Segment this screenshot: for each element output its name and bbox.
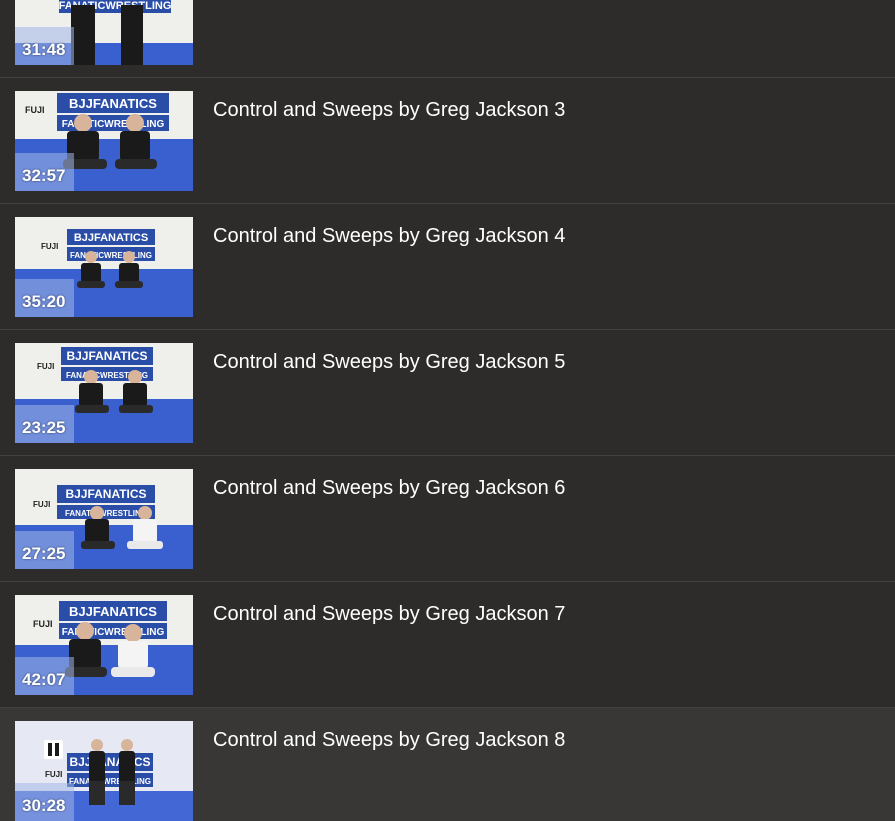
video-title[interactable]: Control and Sweeps by Greg Jackson 4 bbox=[213, 225, 565, 248]
playlist: BJJFANATICS FANATICWRESTLING FUJI 31:48 … bbox=[0, 0, 895, 821]
video-thumbnail[interactable]: BJJFANATICS FANATICWRESTLING FUJI 27:25 bbox=[15, 469, 193, 569]
sponsor-logo: FUJI bbox=[33, 619, 53, 629]
playlist-item[interactable]: BJJFANATICS FANATICWRESTLING FUJI 42:07 … bbox=[0, 582, 895, 708]
banner-brand-top: BJJFANATICS bbox=[65, 487, 146, 501]
banner-brand-top: BJJFANATICS bbox=[69, 755, 150, 769]
playlist-item[interactable]: BJJFANATICS FANATICWRESTLING FUJI 35:20 … bbox=[0, 204, 895, 330]
sponsor-logo: FUJI bbox=[25, 105, 45, 115]
video-title[interactable]: Control and Sweeps by Greg Jackson 8 bbox=[213, 729, 565, 752]
banner-brand-top: BJJFANATICS bbox=[66, 349, 147, 363]
banner-brand-top: BJJFANATICS bbox=[69, 604, 157, 619]
video-thumbnail[interactable]: BJJFANATICS FANATICWRESTLING FUJI 32:57 bbox=[15, 91, 193, 191]
playlist-item[interactable]: BJJFANATICS FANATICWRESTLING FUJI 31:48 bbox=[0, 0, 895, 78]
video-title[interactable]: Control and Sweeps by Greg Jackson 5 bbox=[213, 351, 565, 374]
banner-brand-bottom: FANATICWRESTLING bbox=[69, 777, 151, 786]
sponsor-logo: FUJI bbox=[37, 362, 54, 371]
sponsor-logo: FUJI bbox=[41, 242, 58, 251]
playlist-item-active[interactable]: BJJFANATICS FANATICWRESTLING FUJI 30:28 … bbox=[0, 708, 895, 821]
video-duration: 23:25 bbox=[22, 418, 66, 437]
video-title[interactable]: Control and Sweeps by Greg Jackson 3 bbox=[213, 99, 565, 122]
video-duration: 42:07 bbox=[22, 670, 66, 689]
video-duration: 31:48 bbox=[22, 40, 66, 59]
banner-brand-bottom: FANATICWRESTLING bbox=[70, 251, 152, 260]
video-duration: 35:20 bbox=[22, 292, 66, 311]
playlist-item[interactable]: BJJFANATICS FANATICWRESTLING FUJI 23:25 … bbox=[0, 330, 895, 456]
video-thumbnail[interactable]: BJJFANATICS FANATICWRESTLING FUJI 31:48 bbox=[15, 0, 193, 65]
banner-brand-top: BJJFANATICS bbox=[69, 96, 157, 111]
playlist-item[interactable]: BJJFANATICS FANATICWRESTLING FUJI 32:57 … bbox=[0, 78, 895, 204]
sponsor-logo: FUJI bbox=[45, 770, 62, 779]
video-thumbnail[interactable]: BJJFANATICS FANATICWRESTLING FUJI 42:07 bbox=[15, 595, 193, 695]
video-thumbnail[interactable]: BJJFANATICS FANATICWRESTLING FUJI 35:20 bbox=[15, 217, 193, 317]
sponsor-logo: FUJI bbox=[33, 500, 50, 509]
banner-brand-top: BJJFANATICS bbox=[74, 232, 148, 244]
playlist-item[interactable]: BJJFANATICS FANATICWRESTLING FUJI 27:25 … bbox=[0, 456, 895, 582]
video-duration: 27:25 bbox=[22, 544, 66, 563]
video-duration: 32:57 bbox=[22, 166, 66, 185]
banner-brand-bottom: FANATICWRESTLING bbox=[65, 509, 147, 518]
video-thumbnail[interactable]: BJJFANATICS FANATICWRESTLING FUJI 23:25 bbox=[15, 343, 193, 443]
pause-icon[interactable] bbox=[44, 740, 63, 759]
video-title[interactable]: Control and Sweeps by Greg Jackson 7 bbox=[213, 603, 565, 626]
video-duration: 30:28 bbox=[22, 796, 66, 815]
video-title[interactable]: Control and Sweeps by Greg Jackson 6 bbox=[213, 477, 565, 500]
video-thumbnail[interactable]: BJJFANATICS FANATICWRESTLING FUJI 30:28 bbox=[15, 721, 193, 821]
